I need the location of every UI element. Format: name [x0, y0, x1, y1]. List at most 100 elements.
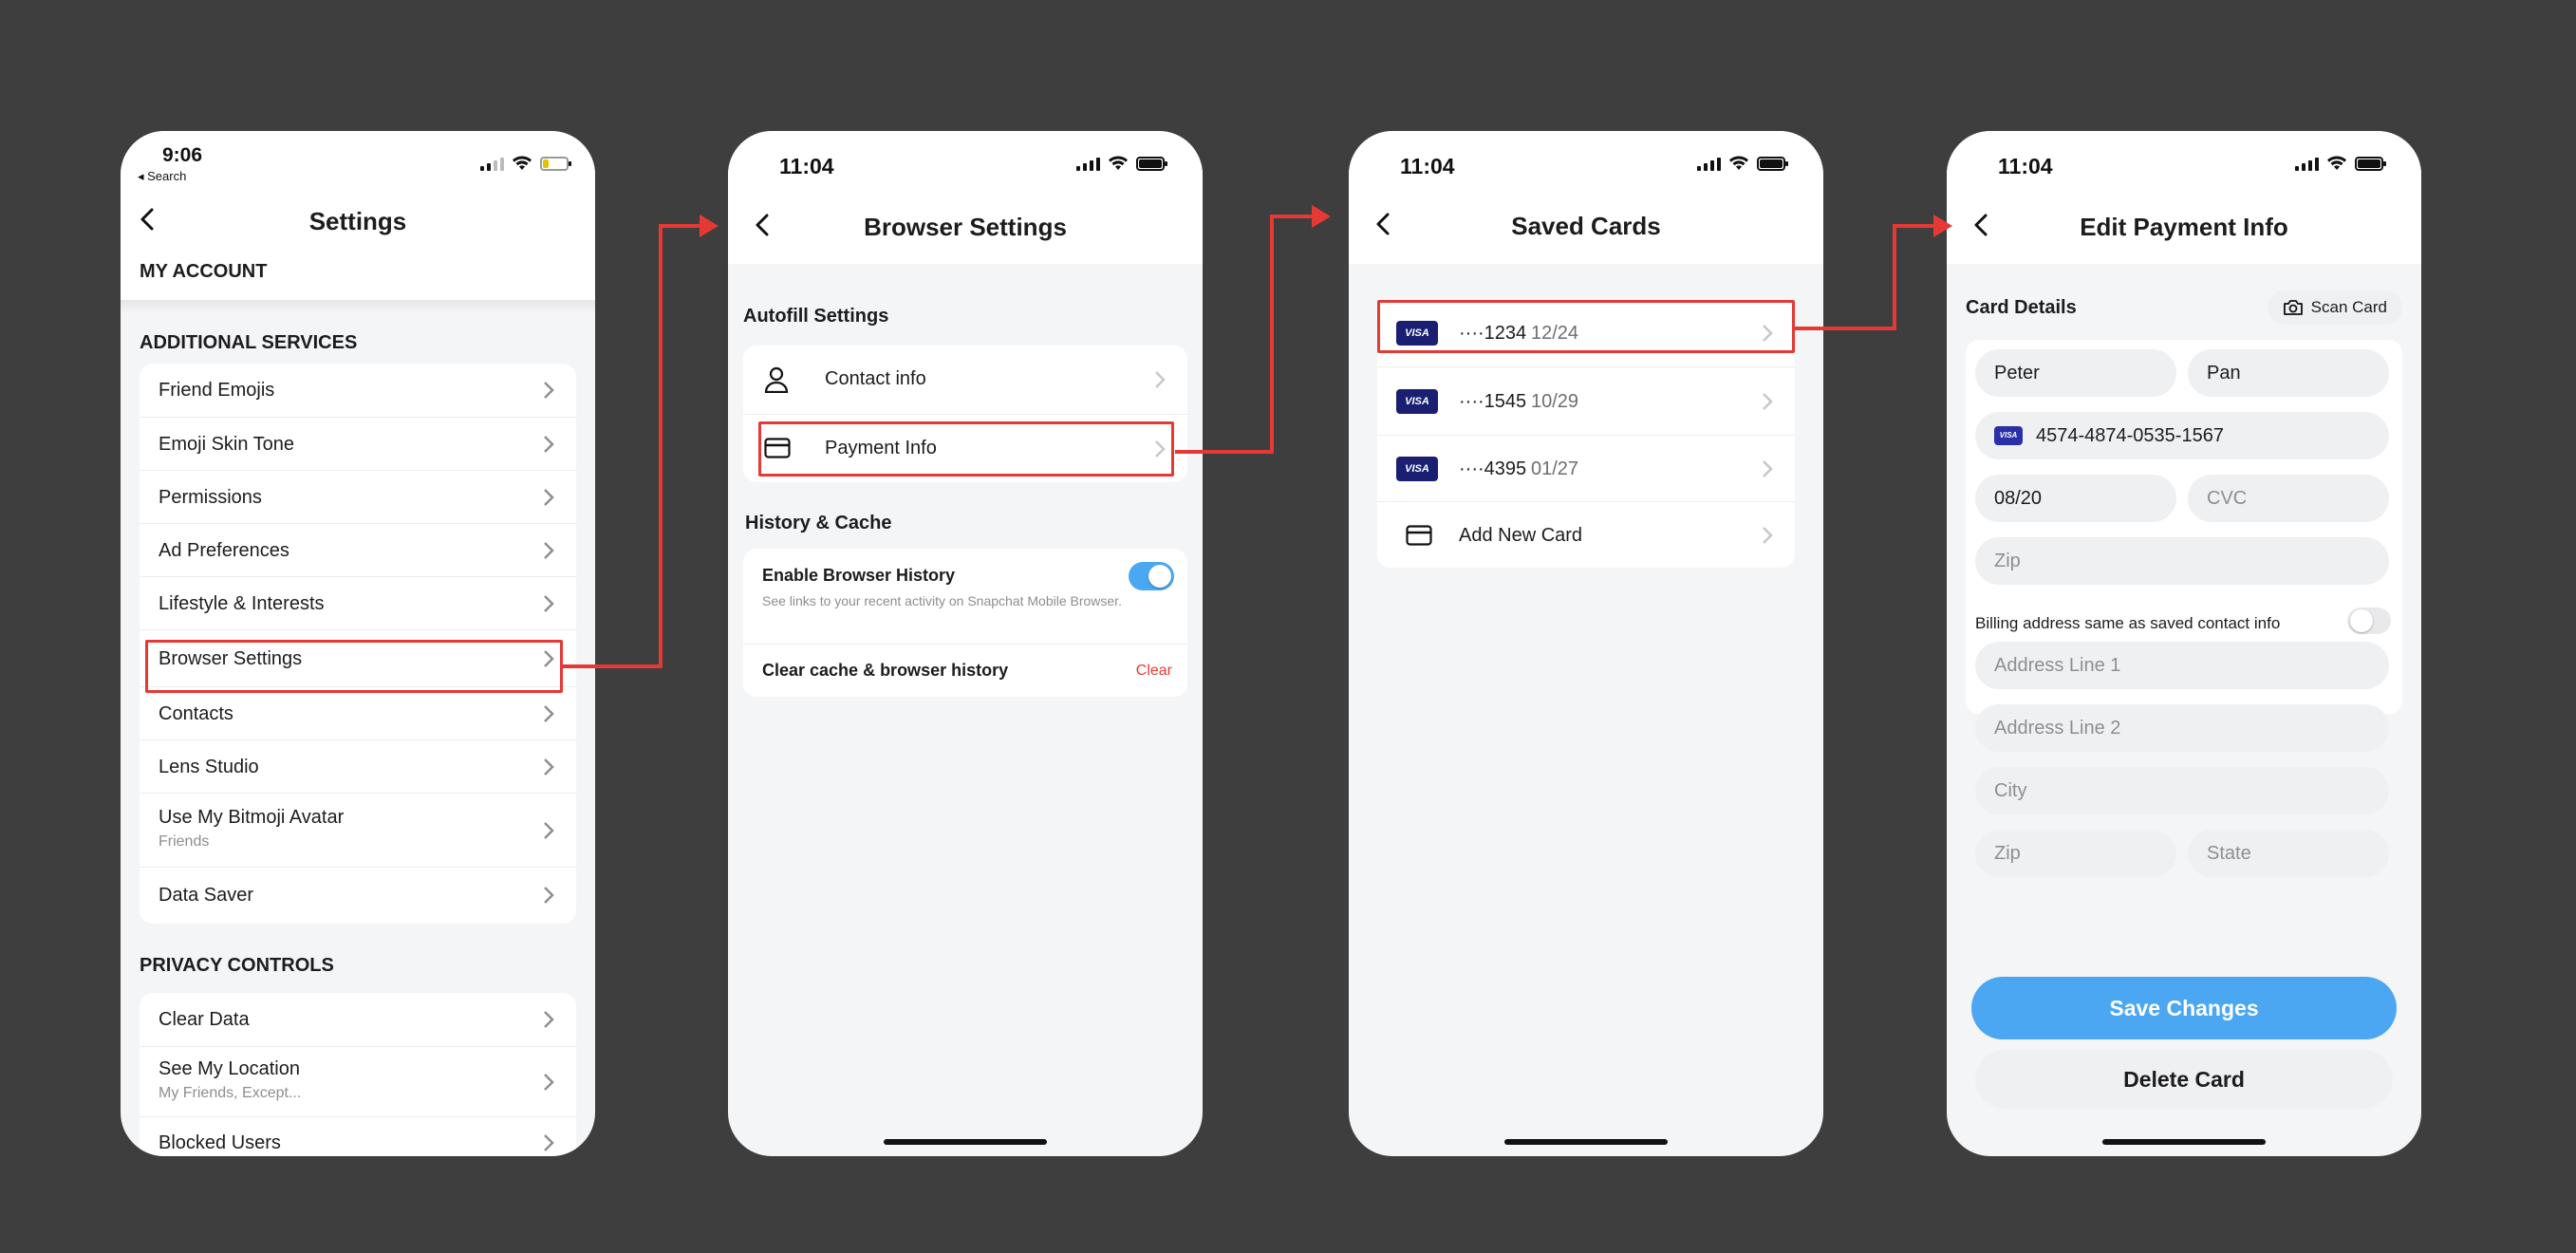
settings-item-lens-studio[interactable]: Lens Studio: [140, 739, 576, 793]
page-title: Edit Payment Info: [2080, 213, 2288, 241]
add-new-card-item[interactable]: Add New Card: [1377, 501, 1795, 568]
last-name-field[interactable]: Pan: [2188, 349, 2389, 397]
signal-icon: [1076, 156, 1100, 171]
status-time: 11:04: [1400, 154, 1455, 178]
my-account-header: MY ACCOUNT: [140, 261, 268, 282]
status-bar: 11:04: [1947, 131, 2421, 188]
history-cache-list: Enable Browser History See links to your…: [743, 549, 1187, 697]
visa-logo: VISA: [1396, 457, 1438, 481]
delete-card-button[interactable]: Delete Card: [1975, 1050, 2393, 1109]
battery-icon: [2355, 157, 2386, 171]
credit-card-icon: [1406, 525, 1432, 546]
flow-arrowhead-2: [1312, 205, 1331, 228]
saved-card-item[interactable]: VISA ····4395 01/27: [1377, 435, 1795, 501]
additional-services-header: ADDITIONAL SERVICES: [140, 332, 358, 353]
wifi-icon: [1109, 156, 1128, 170]
chevron-right-icon: [544, 1011, 554, 1028]
enable-history-toggle[interactable]: [1129, 562, 1174, 590]
settings-item-blocked-users[interactable]: Blocked Users: [140, 1116, 576, 1156]
camera-icon: [2283, 300, 2303, 315]
chevron-right-icon: [544, 1074, 554, 1091]
chevron-right-icon: [544, 436, 554, 453]
status-time: 11:04: [779, 154, 834, 178]
settings-item-contacts[interactable]: Contacts: [140, 686, 576, 739]
chevron-right-icon: [1155, 371, 1166, 388]
privacy-controls-header: PRIVACY CONTROLS: [140, 955, 334, 976]
billing-same-toggle[interactable]: [2347, 608, 2391, 634]
settings-item-clear-data[interactable]: Clear Data: [140, 993, 576, 1046]
save-changes-button[interactable]: Save Changes: [1971, 977, 2397, 1039]
home-indicator: [2102, 1139, 2266, 1145]
settings-screen: 9:06 ◂ Search Settings MY ACCOUNT ADDITI…: [121, 131, 595, 1156]
chevron-right-icon: [1763, 460, 1773, 477]
signal-icon: [480, 156, 504, 171]
card-details-header: Card Details: [1966, 297, 2077, 318]
settings-item-data-saver[interactable]: Data Saver: [140, 867, 576, 922]
highlight-browser-settings: [145, 640, 563, 693]
settings-item-permissions[interactable]: Permissions: [140, 470, 576, 523]
highlight-saved-card: [1377, 300, 1795, 353]
scan-card-button[interactable]: Scan Card: [2267, 290, 2402, 325]
signal-icon: [2295, 156, 2319, 171]
highlight-payment-info: [758, 421, 1174, 477]
flow-arrowhead-1: [700, 215, 719, 237]
page-title: Browser Settings: [864, 213, 1067, 241]
status-time: 11:04: [1998, 154, 2053, 178]
expiry-field[interactable]: 08/20: [1975, 475, 2176, 522]
saved-card-item[interactable]: VISA ····1545 10/29: [1377, 366, 1795, 435]
status-bar: 9:06 ◂ Search: [121, 131, 595, 188]
settings-item-emoji-skin-tone[interactable]: Emoji Skin Tone: [140, 417, 576, 470]
settings-item-bitmoji-avatar[interactable]: Use My Bitmoji Avatar Friends: [140, 793, 576, 867]
person-icon: [764, 366, 789, 393]
status-time: 9:06: [162, 144, 203, 166]
chevron-right-icon: [544, 705, 554, 722]
home-indicator: [884, 1139, 1047, 1145]
chevron-right-icon: [544, 887, 554, 904]
settings-item-lifestyle-interests[interactable]: Lifestyle & Interests: [140, 576, 576, 629]
clear-button[interactable]: Clear: [1136, 663, 1172, 680]
chevron-right-icon: [544, 822, 554, 839]
clear-cache-item: Clear cache & browser history Clear: [743, 644, 1187, 697]
address-line2-field[interactable]: Address Line 2: [1975, 704, 2389, 752]
settings-item-see-my-location[interactable]: See My Location My Friends, Except...: [140, 1046, 576, 1116]
privacy-controls-list: Clear Data See My Location My Friends, E…: [140, 993, 576, 1156]
page-title: Saved Cards: [1511, 212, 1661, 240]
billing-zip-field[interactable]: Zip: [1975, 830, 2176, 877]
settings-item-friend-emojis[interactable]: Friend Emojis: [140, 364, 576, 417]
contact-info-item[interactable]: Contact info: [743, 346, 1187, 414]
address-line1-field[interactable]: Address Line 1: [1975, 642, 2389, 689]
status-bar: 11:04: [1349, 131, 1823, 188]
page-title: Settings: [308, 207, 407, 235]
city-field[interactable]: City: [1975, 767, 2389, 814]
zip-field[interactable]: Zip: [1975, 537, 2389, 585]
cvc-field[interactable]: CVC: [2188, 475, 2389, 522]
battery-icon: [1136, 157, 1167, 171]
visa-logo: VISA: [1396, 389, 1438, 414]
signal-icon: [1697, 156, 1721, 171]
back-to-search[interactable]: ◂ Search: [138, 169, 186, 184]
billing-same-label: Billing address same as saved contact in…: [1975, 614, 2281, 632]
battery-icon: [1757, 157, 1788, 171]
settings-item-ad-preferences[interactable]: Ad Preferences: [140, 523, 576, 576]
card-number-field[interactable]: VISA 4574-4874-0535-1567: [1975, 412, 2389, 459]
battery-icon: [540, 157, 571, 171]
chevron-right-icon: [544, 758, 554, 776]
saved-cards-screen: 11:04 Saved Cards VISA ····1234 12/24 VI…: [1349, 131, 1823, 1156]
enable-history-item: Enable Browser History See links to your…: [743, 549, 1187, 644]
status-bar: 11:04: [728, 131, 1203, 188]
chevron-right-icon: [1763, 527, 1773, 544]
chevron-right-icon: [544, 542, 554, 559]
chevron-right-icon: [544, 489, 554, 506]
browser-settings-screen: 11:04 Browser Settings Autofill Settings…: [728, 131, 1203, 1156]
history-cache-header: History & Cache: [745, 513, 892, 533]
chevron-right-icon: [544, 382, 554, 399]
wifi-icon: [1729, 156, 1748, 170]
chevron-right-icon: [544, 1134, 554, 1151]
first-name-field[interactable]: Peter: [1975, 349, 2176, 397]
chevron-right-icon: [544, 595, 554, 612]
home-indicator: [1504, 1139, 1668, 1145]
chevron-right-icon: [1763, 393, 1773, 410]
state-field[interactable]: State: [2188, 830, 2389, 877]
visa-logo: VISA: [1994, 426, 2023, 445]
wifi-icon: [513, 156, 532, 170]
